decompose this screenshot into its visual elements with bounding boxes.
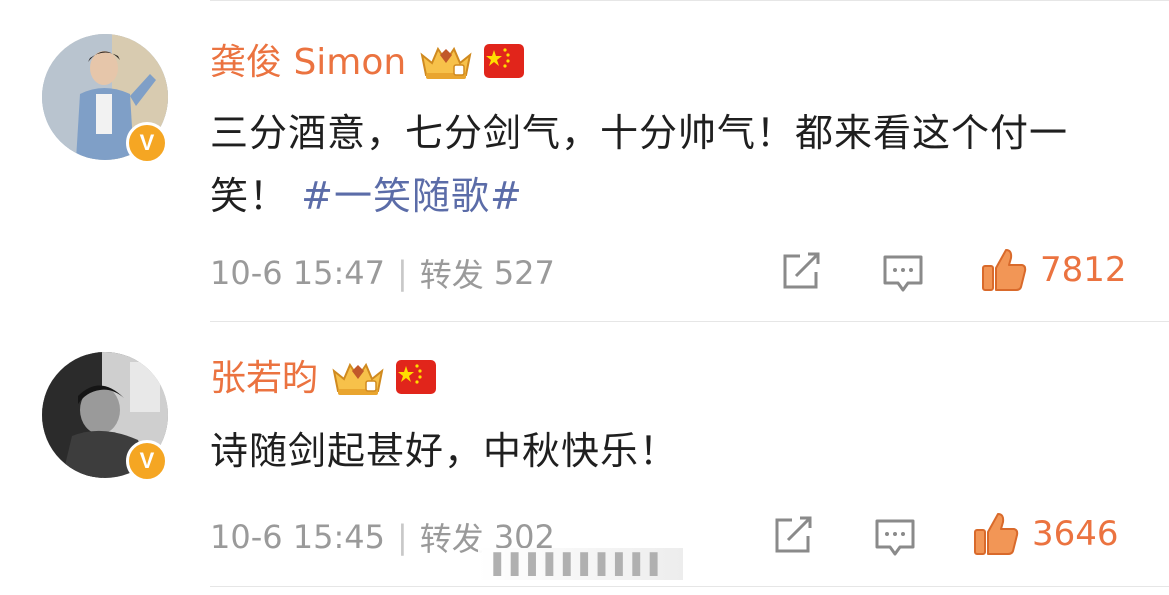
like-count: 7812 [1040,250,1127,290]
comment-button[interactable] [874,518,916,558]
thumbs-up-icon [982,249,1027,291]
top-divider [210,0,1169,1]
timestamp: 10-6 15:45 [210,518,386,556]
comment-icon [875,519,915,556]
comment-feed: V 龚俊 Simon 三分酒意，七分剑气，十分帅气！都来看这个付一笑！ #一笑随… [0,0,1169,595]
comment-meta: 10-6 15:47 | 转发 527 [210,250,555,296]
china-flag-icon [484,44,525,82]
bottom-divider [210,586,1169,587]
share-icon [783,252,820,289]
comment-body: 诗随剑起甚好，中秋快乐！ [210,429,679,473]
comment-text: 诗随剑起甚好，中秋快乐！ [210,420,1130,483]
repost-label: 转发 [419,256,484,294]
thumbs-up-icon [974,513,1019,555]
watermark: ▌▌▌▌▌▌▌▌▌▌ [478,548,683,580]
name-row: 张若昀 [210,354,437,404]
like-button[interactable]: 3646 [972,510,1119,558]
comment-text: 三分酒意，七分剑气，十分帅气！都来看这个付一笑！ #一笑随歌# [210,102,1130,228]
timestamp: 10-6 15:47 [210,254,386,292]
crown-icon [418,41,474,85]
share-button[interactable] [780,252,822,292]
verified-badge-icon: V [126,440,168,482]
meta-separator: | [397,254,408,292]
comment-icon [883,255,923,292]
topic-link[interactable]: #一笑随歌# [301,174,523,218]
share-button[interactable] [772,516,814,556]
like-button[interactable]: 7812 [980,246,1127,294]
china-flag-icon [396,360,437,398]
name-row: 龚俊 Simon [210,38,525,88]
crown-icon [330,357,386,401]
like-count: 3646 [1032,514,1119,554]
comment-divider [210,321,1169,322]
repost-count: 527 [493,254,555,292]
repost-label: 转发 [419,520,484,558]
username[interactable]: 龚俊 Simon [210,38,406,88]
verified-badge-icon: V [126,122,168,164]
meta-separator: | [397,518,408,556]
comment-button[interactable] [882,254,924,294]
username[interactable]: 张若昀 [210,354,318,404]
share-icon [775,516,812,553]
